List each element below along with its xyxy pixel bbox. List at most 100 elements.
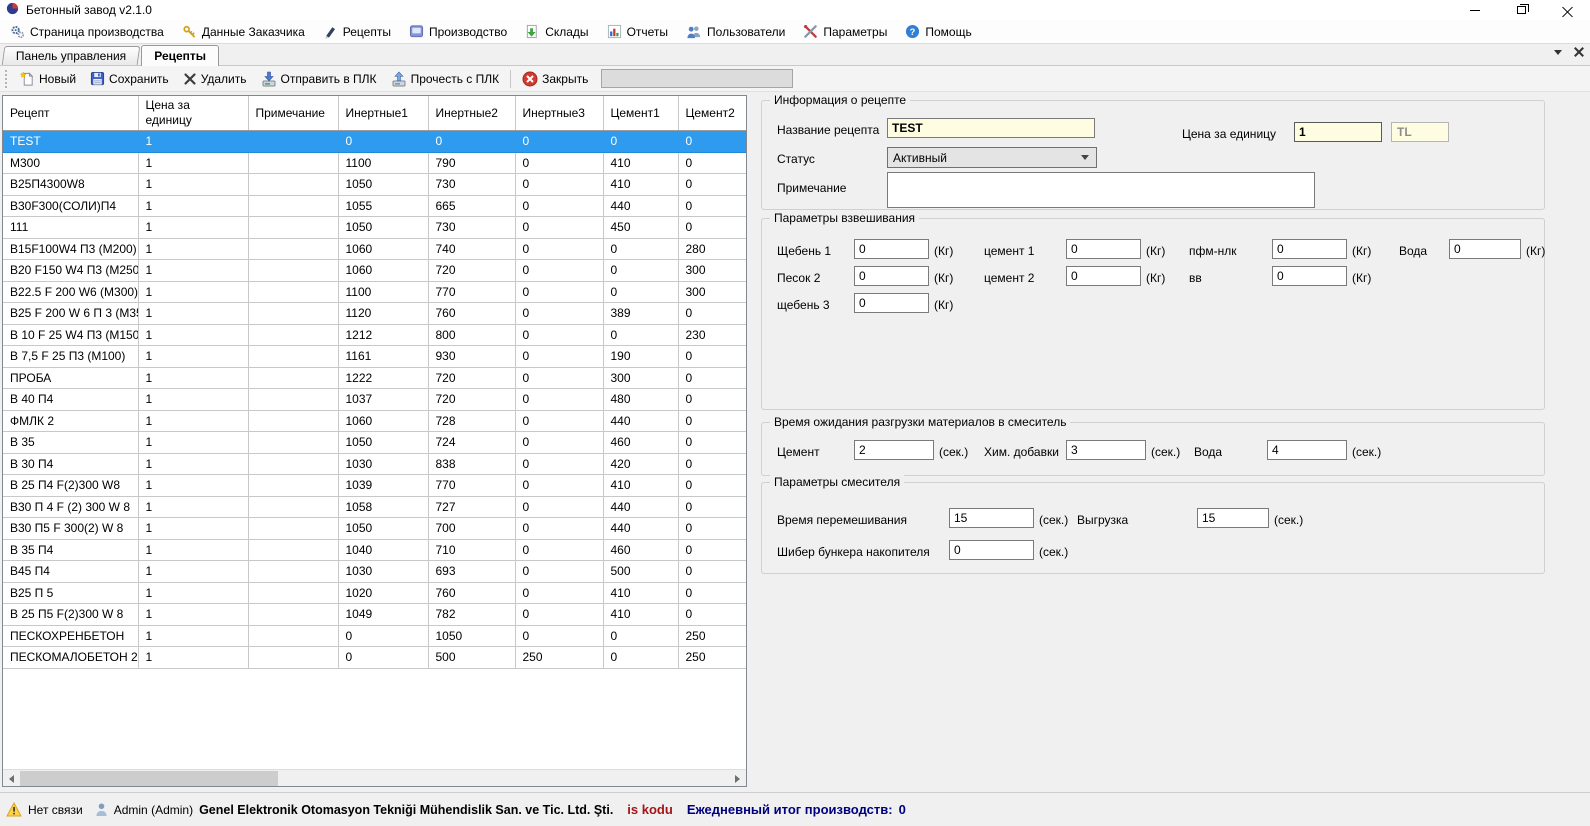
table-cell[interactable]: 250 <box>678 625 747 647</box>
table-cell[interactable]: 1060 <box>338 260 428 282</box>
table-cell[interactable] <box>248 496 338 518</box>
table-cell[interactable]: 0 <box>603 260 678 282</box>
unload-input[interactable] <box>1267 440 1347 460</box>
tab-close-icon[interactable] <box>1574 47 1584 57</box>
table-cell[interactable]: 0 <box>515 582 603 604</box>
table-cell[interactable]: В 25 П4 F(2)300 W8 <box>3 475 138 497</box>
table-cell[interactable]: В45 П4 <box>3 561 138 583</box>
table-cell[interactable]: 0 <box>678 217 747 239</box>
table-cell[interactable]: 450 <box>603 217 678 239</box>
table-cell[interactable] <box>248 625 338 647</box>
mixer-input[interactable] <box>1197 508 1269 528</box>
table-cell[interactable]: 250 <box>515 647 603 669</box>
mixer-input[interactable] <box>949 508 1034 528</box>
column-header[interactable]: Инертные1 <box>338 96 428 131</box>
table-cell[interactable] <box>248 410 338 432</box>
tab-recipes[interactable]: Рецепты <box>141 45 219 66</box>
table-cell[interactable] <box>248 131 338 153</box>
table-cell[interactable]: В25 П 5 <box>3 582 138 604</box>
delete-button[interactable]: Удалить <box>176 68 254 90</box>
table-cell[interactable]: 500 <box>603 561 678 583</box>
table-cell[interactable]: 0 <box>678 174 747 196</box>
weighing-input[interactable] <box>854 239 929 259</box>
table-cell[interactable]: TEST <box>3 131 138 153</box>
table-cell[interactable]: 420 <box>603 453 678 475</box>
table-cell[interactable]: 1 <box>138 281 248 303</box>
table-cell[interactable] <box>248 539 338 561</box>
table-cell[interactable]: 0 <box>678 496 747 518</box>
weighing-input[interactable] <box>1272 239 1347 259</box>
table-cell[interactable]: 440 <box>603 410 678 432</box>
table-cell[interactable]: 740 <box>428 238 515 260</box>
table-cell[interactable]: В 35 <box>3 432 138 454</box>
table-cell[interactable]: 0 <box>678 561 747 583</box>
table-cell[interactable]: 410 <box>603 582 678 604</box>
table-cell[interactable]: 0 <box>678 195 747 217</box>
table-cell[interactable]: В 25 П5 F(2)300 W 8 <box>3 604 138 626</box>
table-cell[interactable]: 1039 <box>338 475 428 497</box>
table-row[interactable]: В25 П 51102076004100 <box>3 582 747 604</box>
table-cell[interactable]: 720 <box>428 260 515 282</box>
table-row[interactable]: В 25 П5 F(2)300 W 81104978204100 <box>3 604 747 626</box>
table-cell[interactable]: 0 <box>515 453 603 475</box>
table-cell[interactable]: 727 <box>428 496 515 518</box>
table-cell[interactable]: 1 <box>138 410 248 432</box>
table-row[interactable]: В30F300(СОЛИ)П41105566504400 <box>3 195 747 217</box>
table-cell[interactable]: 1060 <box>338 238 428 260</box>
table-cell[interactable]: 0 <box>515 367 603 389</box>
table-row[interactable]: ПЕСКОХРЕНБЕТОН10105000250 <box>3 625 747 647</box>
table-row[interactable]: В25 F 200 W 6 П 3 (М350)1112076003890 <box>3 303 747 325</box>
table-cell[interactable]: 770 <box>428 281 515 303</box>
table-cell[interactable]: 1 <box>138 367 248 389</box>
table-cell[interactable]: 1 <box>138 582 248 604</box>
send-plc-button[interactable]: Отправить в ПЛК <box>254 67 384 91</box>
table-cell[interactable]: 0 <box>603 238 678 260</box>
table-row[interactable]: В 10 F 25 W4 П3 (М150)1121280000230 <box>3 324 747 346</box>
table-cell[interactable]: 1 <box>138 152 248 174</box>
table-row[interactable]: ПЕСКОМАЛОБЕТОН 2105002500250 <box>3 647 747 669</box>
table-cell[interactable]: 0 <box>515 539 603 561</box>
menu-users[interactable]: Пользователи <box>679 22 796 41</box>
table-cell[interactable]: 1 <box>138 346 248 368</box>
table-cell[interactable] <box>248 174 338 196</box>
scroll-right-icon[interactable] <box>729 770 746 787</box>
table-cell[interactable]: 1030 <box>338 453 428 475</box>
close-button[interactable] <box>1544 0 1590 20</box>
table-cell[interactable]: 440 <box>603 518 678 540</box>
table-cell[interactable]: 0 <box>678 303 747 325</box>
table-cell[interactable]: 0 <box>515 389 603 411</box>
table-cell[interactable]: ФМЛК 2 <box>3 410 138 432</box>
menu-production[interactable]: Производство <box>402 22 518 41</box>
table-row[interactable]: В 40 П41103772004800 <box>3 389 747 411</box>
table-cell[interactable]: 1 <box>138 174 248 196</box>
table-cell[interactable]: В30F300(СОЛИ)П4 <box>3 195 138 217</box>
table-cell[interactable]: 1 <box>138 496 248 518</box>
table-cell[interactable]: 1222 <box>338 367 428 389</box>
table-cell[interactable]: В 10 F 25 W4 П3 (М150) <box>3 324 138 346</box>
table-cell[interactable]: М300 <box>3 152 138 174</box>
table-cell[interactable]: 1 <box>138 324 248 346</box>
table-cell[interactable]: 230 <box>678 324 747 346</box>
table-cell[interactable]: 790 <box>428 152 515 174</box>
table-cell[interactable]: 0 <box>515 410 603 432</box>
table-cell[interactable]: 1 <box>138 647 248 669</box>
table-cell[interactable]: 0 <box>678 604 747 626</box>
column-header[interactable]: Рецепт <box>3 96 138 131</box>
scroll-left-icon[interactable] <box>3 770 20 787</box>
table-cell[interactable]: 480 <box>603 389 678 411</box>
table-row[interactable]: ФМЛК 21106072804400 <box>3 410 747 432</box>
table-cell[interactable]: 0 <box>603 647 678 669</box>
table-cell[interactable]: 389 <box>603 303 678 325</box>
table-cell[interactable]: 1 <box>138 604 248 626</box>
table-cell[interactable]: 0 <box>338 647 428 669</box>
table-row[interactable]: М3001110079004100 <box>3 152 747 174</box>
table-cell[interactable]: 0 <box>603 625 678 647</box>
table-cell[interactable]: 0 <box>678 539 747 561</box>
read-plc-button[interactable]: Прочесть с ПЛК <box>384 67 507 91</box>
table-cell[interactable]: 770 <box>428 475 515 497</box>
weighing-input[interactable] <box>1449 239 1521 259</box>
table-cell[interactable]: 1050 <box>338 174 428 196</box>
table-cell[interactable]: 1 <box>138 195 248 217</box>
table-cell[interactable]: В25П4300W8 <box>3 174 138 196</box>
table-cell[interactable]: В22.5 F 200 W6 (М300) <box>3 281 138 303</box>
